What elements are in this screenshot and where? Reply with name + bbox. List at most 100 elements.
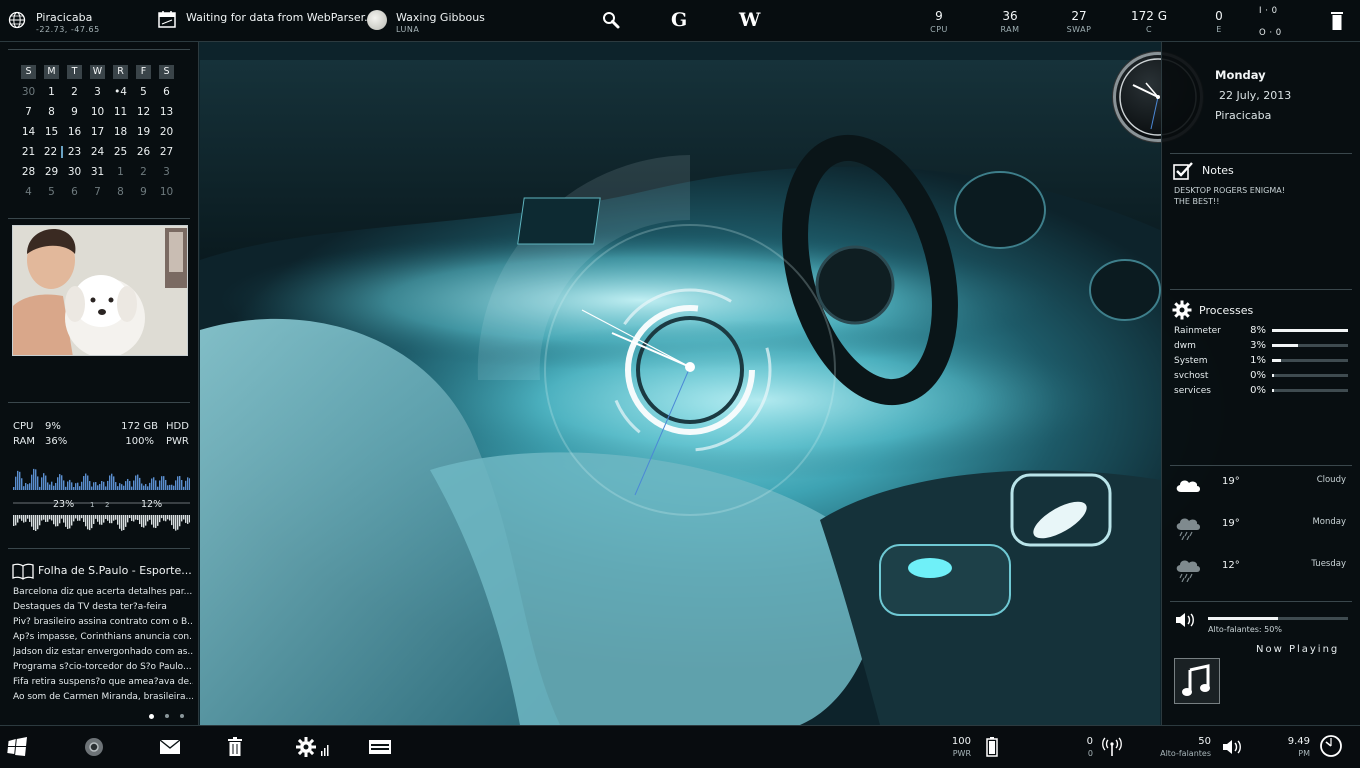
calendar-day[interactable]: 12 — [132, 106, 155, 118]
calendar-day[interactable]: 9 — [63, 106, 86, 118]
mail-icon[interactable] — [158, 736, 182, 758]
calendar-day[interactable]: 7 — [86, 186, 109, 198]
news-item[interactable]: Ao som de Carmen Miranda, brasileira... — [13, 692, 193, 702]
divider — [1170, 153, 1352, 154]
calendar-widget: S M T W R F S 30 1 2 3 •4 5 6 7 8 9 10 11 12 13 14 15 16… — [17, 62, 178, 202]
process-percent: 0% — [1250, 385, 1266, 396]
calendar-icon[interactable] — [157, 9, 177, 29]
calendar-day[interactable]: 27 — [155, 146, 178, 158]
pager-dot[interactable] — [180, 714, 184, 718]
calendar-day[interactable]: 20 — [155, 126, 178, 138]
calendar-day[interactable]: 9 — [132, 186, 155, 198]
graph-bar-down — [125, 515, 127, 527]
divider — [8, 218, 190, 219]
chrome-icon[interactable] — [82, 736, 106, 758]
clock-icon[interactable] — [1319, 735, 1343, 757]
calendar-day[interactable]: 1 — [40, 86, 63, 98]
process-bar-fill — [1272, 389, 1274, 392]
graph-bar-down — [151, 515, 153, 525]
calendar-day[interactable]: 8 — [40, 106, 63, 118]
calendar-day[interactable]: •4 — [109, 86, 132, 98]
recycle-bin-icon[interactable] — [1330, 11, 1344, 31]
album-art-music-note-icon[interactable] — [1174, 658, 1220, 704]
calendar-day[interactable]: 10 — [86, 106, 109, 118]
calendar-day[interactable]: 23 — [63, 146, 86, 158]
calendar-day[interactable]: 13 — [155, 106, 178, 118]
pager-dot[interactable] — [165, 714, 169, 718]
graph-bar-down — [15, 515, 17, 526]
volume-slider[interactable] — [1208, 617, 1348, 620]
news-item[interactable]: Programa s?cio-torcedor do S?o Paulo... — [13, 662, 193, 672]
calendar-day[interactable]: 17 — [86, 126, 109, 138]
volume-speaker-icon[interactable] — [1220, 736, 1244, 758]
calendar-day[interactable]: 2 — [63, 86, 86, 98]
graph-bar-down — [75, 515, 77, 519]
calendar-day[interactable]: 3 — [155, 166, 178, 178]
calendar-day[interactable]: 5 — [40, 186, 63, 198]
news-item[interactable]: Fifa retira suspens?o que amea?ava de... — [13, 677, 193, 687]
wikipedia-icon[interactable]: W — [739, 9, 760, 31]
graph-bar-up — [23, 486, 25, 490]
trash-icon[interactable] — [223, 736, 247, 758]
calendar-day[interactable]: 4 — [17, 186, 40, 198]
news-item[interactable]: Piv? brasileiro assina contrato com o B.… — [13, 617, 193, 627]
calendar-day[interactable]: 7 — [17, 106, 40, 118]
calendar-day[interactable]: 6 — [155, 86, 178, 98]
wifi-antenna-icon[interactable] — [1100, 736, 1124, 758]
calendar-day[interactable]: 25 — [109, 146, 132, 158]
calendar-day[interactable]: 18 — [109, 126, 132, 138]
news-item[interactable]: Barcelona diz que acerta detalhes par... — [13, 587, 193, 597]
calendar-day[interactable]: 11 — [109, 106, 132, 118]
search-icon[interactable] — [601, 10, 621, 30]
process-name: services — [1174, 386, 1211, 396]
weekday-label: F — [136, 65, 151, 79]
graph-bar-down — [133, 515, 135, 522]
calendar-day[interactable]: 28 — [17, 166, 40, 178]
weather-desc: Monday — [1312, 517, 1346, 527]
drive-c-stat: 172 G C — [1130, 9, 1168, 34]
calendar-weekdays: S M T W R F S — [17, 62, 178, 82]
volume-slider-fill — [1208, 617, 1278, 620]
windows-start-icon[interactable] — [6, 736, 30, 758]
graph-bar-down — [145, 515, 147, 526]
graph-bar-down — [33, 515, 35, 531]
calendar-day[interactable]: 29 — [40, 166, 63, 178]
graph-bar-up — [101, 480, 103, 490]
date-weekday: Monday — [1215, 68, 1266, 82]
calendar-day[interactable]: 1 — [109, 166, 132, 178]
google-icon[interactable]: G — [671, 9, 687, 31]
calendar-day[interactable]: 24 — [86, 146, 109, 158]
notes-title[interactable]: Notes — [1202, 164, 1234, 177]
graph-bar-down — [61, 515, 63, 519]
calendar-day[interactable]: 6 — [63, 186, 86, 198]
battery-icon[interactable] — [980, 736, 1004, 758]
calendar-day[interactable]: 30 — [17, 86, 40, 98]
calendar-day[interactable]: 26 — [132, 146, 155, 158]
calendar-day[interactable]: 8 — [109, 186, 132, 198]
window-manager-icon[interactable] — [368, 736, 392, 758]
calendar-day[interactable]: 15 — [40, 126, 63, 138]
calendar-day[interactable]: 5 — [132, 86, 155, 98]
news-item[interactable]: Jadson diz estar envergonhado com as... — [13, 647, 193, 657]
graph-bar-up — [93, 482, 95, 490]
settings-gear-icon[interactable] — [293, 736, 333, 758]
pager-dot-active[interactable] — [149, 714, 154, 719]
calendar-day[interactable]: 10 — [155, 186, 178, 198]
graph-bar-down — [63, 515, 65, 523]
calendar-day[interactable]: 14 — [17, 126, 40, 138]
news-feed-title[interactable]: Folha de S.Paulo - Esporte... — [38, 564, 192, 577]
speaker-icon[interactable] — [1174, 611, 1196, 629]
calendar-day[interactable]: 3 — [86, 86, 109, 98]
news-item[interactable]: Ap?s impasse, Corinthians anuncia con... — [13, 632, 193, 642]
calendar-day[interactable]: 19 — [132, 126, 155, 138]
graph-bar-up — [167, 485, 169, 490]
graph-bar-down — [79, 515, 81, 521]
calendar-day[interactable]: 30 — [63, 166, 86, 178]
calendar-day[interactable]: 2 — [132, 166, 155, 178]
graph-bar-down — [41, 515, 43, 521]
calendar-day[interactable]: 22 — [40, 146, 63, 158]
calendar-day[interactable]: 21 — [17, 146, 40, 158]
news-item[interactable]: Destaques da TV desta ter?a-feira — [13, 602, 193, 612]
calendar-day[interactable]: 16 — [63, 126, 86, 138]
calendar-day[interactable]: 31 — [86, 166, 109, 178]
